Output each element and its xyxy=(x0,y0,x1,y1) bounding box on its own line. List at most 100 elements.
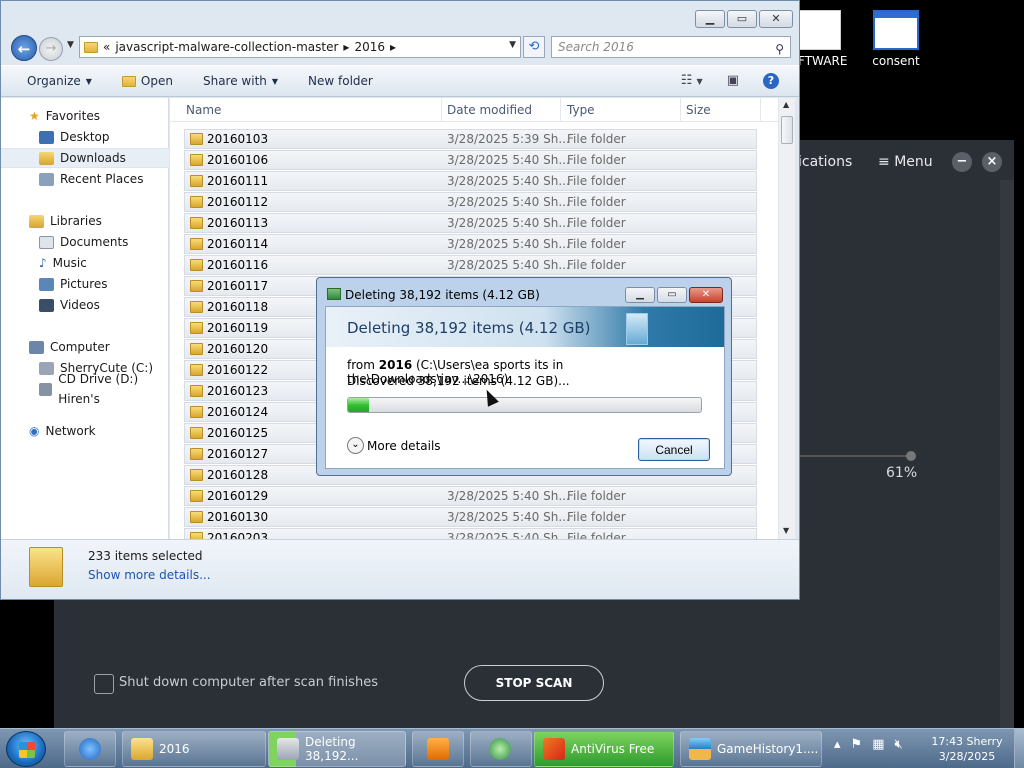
libraries-icon xyxy=(29,214,44,228)
documents-icon xyxy=(39,235,54,249)
nav-libraries[interactable]: Libraries xyxy=(1,211,169,231)
scrollbar-thumb[interactable] xyxy=(781,116,793,144)
search-input[interactable]: Search 2016 ⚲ xyxy=(551,36,791,58)
breadcrumb-separator-icon[interactable]: ▸ xyxy=(343,40,349,54)
network-tray-icon[interactable]: ▦ xyxy=(872,737,884,752)
dialog-maximize-button[interactable]: ▭ xyxy=(657,287,687,303)
table-row[interactable]: 20160129 3/28/2025 5:40 Sh... File folder xyxy=(184,486,757,506)
nav-computer[interactable]: Computer xyxy=(1,337,169,357)
window-icon xyxy=(873,10,919,50)
change-view-icon[interactable]: ☷ ▼ xyxy=(681,73,703,89)
more-details-toggle[interactable]: ⌄ More details xyxy=(347,437,441,454)
column-type[interactable]: Type xyxy=(567,103,595,117)
open-button[interactable]: Open xyxy=(121,74,173,88)
nav-documents[interactable]: Documents xyxy=(1,232,169,252)
column-separator[interactable] xyxy=(760,98,761,122)
folder-icon xyxy=(131,738,153,760)
stop-scan-button[interactable]: STOP SCAN xyxy=(464,665,604,701)
nav-desktop[interactable]: Desktop xyxy=(1,127,169,147)
show-hidden-icons-icon[interactable]: ▴ xyxy=(834,737,841,752)
table-row[interactable]: 20160113 3/28/2025 5:40 Sh... File folder xyxy=(184,213,757,233)
av-menu-button[interactable]: ≡ Menu xyxy=(878,154,933,170)
new-folder-button[interactable]: New folder xyxy=(308,74,373,88)
close-button[interactable]: ✕ xyxy=(759,10,793,28)
clock-time: 17:43 Sherry xyxy=(931,735,1003,748)
file-name: 20160129 xyxy=(207,489,269,503)
table-row[interactable]: 20160203 3/28/2025 5:40 Sh... File folder xyxy=(184,528,757,539)
address-dropdown-icon[interactable]: ▼ xyxy=(509,40,516,50)
file-date: 3/28/2025 5:40 Sh... xyxy=(447,237,570,251)
taskbar-ie[interactable] xyxy=(64,731,116,767)
table-row[interactable]: 20160106 3/28/2025 5:40 Sh... File folder xyxy=(184,150,757,170)
nav-downloads[interactable]: Downloads xyxy=(1,148,169,168)
chevron-down-icon: ⌄ xyxy=(347,437,364,454)
column-date-modified[interactable]: Date modified xyxy=(447,103,532,117)
taskbar-delete-progress[interactable]: Deleting 38,192... xyxy=(268,731,406,767)
back-button[interactable]: ← xyxy=(11,35,37,61)
table-row[interactable]: 20160116 3/28/2025 5:40 Sh... File folder xyxy=(184,255,757,275)
scroll-down-icon[interactable]: ▼ xyxy=(783,526,789,535)
search-placeholder: Search 2016 xyxy=(558,40,634,54)
table-row[interactable]: 20160130 3/28/2025 5:40 Sh... File folder xyxy=(184,507,757,527)
refresh-button[interactable]: ⟲ xyxy=(523,36,545,58)
recent-pages-dropdown-icon[interactable]: ▼ xyxy=(67,40,74,50)
show-desktop-button[interactable] xyxy=(1014,729,1024,768)
breadcrumb-separator-icon[interactable]: ▸ xyxy=(390,40,396,54)
dialog-minimize-button[interactable]: ▁ xyxy=(625,287,655,303)
table-row[interactable]: 20160111 3/28/2025 5:40 Sh... File folder xyxy=(184,171,757,191)
nav-drive-d[interactable]: CD Drive (D:) Hiren's xyxy=(1,372,169,406)
share-with-button[interactable]: Share with ▼ xyxy=(203,74,278,88)
shutdown-checkbox[interactable] xyxy=(94,674,114,694)
minimize-button[interactable]: ▁ xyxy=(695,10,725,28)
maximize-button[interactable]: ▭ xyxy=(727,10,757,28)
nav-network[interactable]: ◉ Network xyxy=(1,421,169,441)
breadcrumb-item[interactable]: javascript-malware-collection-master xyxy=(115,40,338,54)
forward-button[interactable]: → xyxy=(39,37,63,61)
organize-button[interactable]: Organize ▼ xyxy=(27,74,92,88)
nav-favorites[interactable]: ★ Favorites xyxy=(1,106,169,126)
breadcrumb-prefix[interactable]: « xyxy=(103,40,110,54)
clock[interactable]: 17:43 Sherry 3/28/2025 xyxy=(924,734,1010,764)
av-close-icon[interactable]: × xyxy=(982,152,1002,172)
file-name: 20160112 xyxy=(207,195,269,209)
desktop-icon-consent[interactable]: consent xyxy=(866,10,926,68)
vertical-scrollbar[interactable]: ▲ ▼ xyxy=(778,98,795,539)
preview-pane-icon[interactable]: ▣ xyxy=(727,73,739,89)
nav-music[interactable]: ♪ Music xyxy=(1,253,169,273)
av-nav-applications[interactable]: ications xyxy=(798,154,852,170)
scroll-up-icon[interactable]: ▲ xyxy=(783,100,789,109)
show-more-details-link[interactable]: Show more details... xyxy=(88,568,211,582)
help-icon[interactable]: ? xyxy=(763,73,779,89)
taskbar-gamehistory[interactable]: GameHistory1.... xyxy=(680,731,822,767)
taskbar-media-player[interactable] xyxy=(412,731,464,767)
table-row[interactable]: 20160103 3/28/2025 5:39 Sh... File folder xyxy=(184,129,757,149)
av-minimize-icon[interactable]: − xyxy=(952,152,972,172)
taskbar-antivirus[interactable]: AntiVirus Free xyxy=(534,731,674,767)
dialog-close-button[interactable]: ✕ xyxy=(689,287,723,303)
taskbar-globe[interactable] xyxy=(470,731,532,767)
breadcrumb-item[interactable]: 2016 xyxy=(354,40,385,54)
column-separator[interactable] xyxy=(441,98,442,122)
address-bar[interactable]: « javascript-malware-collection-master ▸… xyxy=(79,36,521,58)
column-size[interactable]: Size xyxy=(686,103,711,117)
column-separator[interactable] xyxy=(680,98,681,122)
table-row[interactable]: 20160114 3/28/2025 5:40 Sh... File folder xyxy=(184,234,757,254)
taskbar-explorer-2016[interactable]: 2016 xyxy=(122,731,266,767)
nav-videos[interactable]: Videos xyxy=(1,295,169,315)
search-icon[interactable]: ⚲ xyxy=(775,39,784,59)
start-button[interactable] xyxy=(6,731,46,767)
file-type: File folder xyxy=(567,237,626,251)
column-separator[interactable] xyxy=(560,98,561,122)
nav-label: Desktop xyxy=(60,130,110,144)
cancel-button[interactable]: Cancel xyxy=(638,438,710,461)
nav-recent-places[interactable]: Recent Places xyxy=(1,169,169,189)
recycle-bin-icon xyxy=(626,313,648,345)
action-center-flag-icon[interactable]: ⚑ xyxy=(851,737,863,752)
window-controls: ▁ ▭ ✕ xyxy=(695,10,793,28)
volume-muted-icon[interactable]: 🔇︎ xyxy=(894,737,902,752)
file-name: 20160127 xyxy=(207,447,269,461)
desktop-icon-label: consent xyxy=(872,54,920,68)
nav-pictures[interactable]: Pictures xyxy=(1,274,169,294)
table-row[interactable]: 20160112 3/28/2025 5:40 Sh... File folder xyxy=(184,192,757,212)
column-name[interactable]: Name xyxy=(186,103,221,117)
